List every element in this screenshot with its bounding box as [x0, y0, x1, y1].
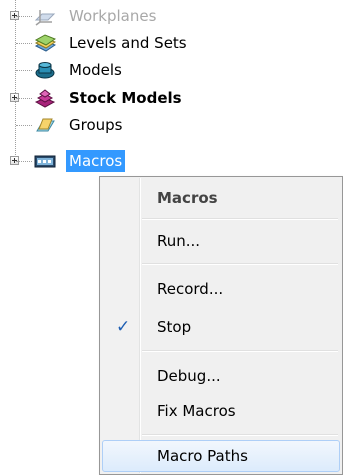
menu-separator [142, 263, 338, 265]
menu-item-label: Run... [157, 232, 201, 250]
menu-item-label: Macro Paths [157, 447, 248, 465]
tree-item-label: Levels and Sets [69, 34, 187, 52]
menu-item-label: Fix Macros [157, 402, 236, 420]
tree-item-label: Macros [66, 150, 126, 172]
tree-item-stock-models[interactable]: Stock Models [0, 86, 343, 112]
tree-connector [16, 70, 32, 71]
menu-item-run[interactable]: Run... [102, 224, 340, 258]
check-icon: ✓ [116, 317, 131, 337]
workplane-icon [34, 10, 56, 26]
menu-separator [142, 218, 338, 220]
stock-model-icon [34, 89, 56, 108]
tree-item-label: Workplanes [69, 7, 157, 25]
model-icon [35, 62, 55, 79]
context-menu: Macros Run... Record... ✓ Stop Debug... … [99, 176, 343, 475]
tree-item-workplanes[interactable]: Workplanes [0, 4, 343, 30]
explorer-tree: Workplanes Levels and Sets Models Stock … [0, 0, 343, 190]
menu-item-record[interactable]: Record... [102, 272, 340, 306]
tree-connector [16, 98, 32, 99]
tree-item-label: Stock Models [69, 89, 182, 107]
menu-item-label: Record... [157, 280, 224, 298]
menu-header: Macros [102, 181, 340, 215]
tree-item-levels-and-sets[interactable]: Levels and Sets [0, 31, 343, 57]
tree-connector [16, 161, 32, 162]
tree-item-label: Models [69, 61, 122, 79]
menu-separator [142, 350, 338, 352]
menu-separator [142, 434, 338, 436]
levels-icon [34, 34, 56, 52]
menu-item-macro-paths[interactable]: Macro Paths [102, 440, 340, 472]
menu-item-label: Stop [157, 318, 192, 336]
tree-connector [16, 125, 32, 126]
tree-item-label: Groups [69, 116, 123, 134]
tree-item-models[interactable]: Models [0, 58, 343, 84]
menu-item-stop[interactable]: ✓ Stop [102, 310, 340, 344]
group-icon [36, 118, 55, 132]
macro-icon [34, 155, 56, 168]
tree-connector [16, 16, 32, 17]
menu-header-label: Macros [157, 189, 218, 207]
tree-item-groups[interactable]: Groups [0, 113, 343, 139]
tree-connector [16, 43, 32, 44]
menu-item-fix-macros[interactable]: Fix Macros [102, 394, 340, 428]
menu-item-debug[interactable]: Debug... [102, 359, 340, 393]
tree-item-macros[interactable]: Macros [0, 149, 343, 175]
menu-item-label: Debug... [157, 367, 221, 385]
